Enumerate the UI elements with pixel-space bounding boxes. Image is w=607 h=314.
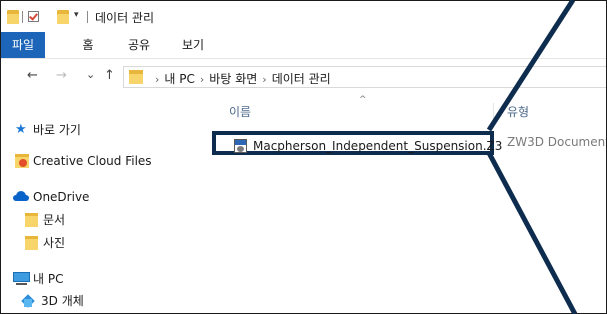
forward-arrow-icon[interactable]: →	[56, 68, 67, 83]
breadcrumb-chevron-icon: ›	[199, 73, 205, 86]
back-arrow-icon[interactable]: ←	[27, 68, 38, 83]
nav-item-pictures[interactable]: 사진	[1, 232, 151, 254]
nav-item-onedrive[interactable]: OneDrive	[1, 186, 151, 208]
breadcrumb-chevron-icon: ›	[155, 73, 160, 86]
nav-item-label: 사진	[43, 236, 66, 250]
navigation-pane: ★ 바로 가기 Creative Cloud Files OneDrive 문서	[1, 93, 201, 313]
address-bar[interactable]: › 내 PC › 바탕 화면 › 데이터 관리	[123, 66, 606, 88]
navigation-bar: ← → ⌄ ↑ › 내 PC › 바탕 화면 › 데이터 관리	[1, 61, 606, 91]
sort-ascending-icon: ^	[359, 95, 367, 105]
tab-view[interactable]: 보기	[173, 32, 213, 58]
breadcrumb-chevron-icon: ›	[262, 73, 267, 86]
recent-locations-icon[interactable]: ⌄	[86, 68, 95, 81]
cloud-icon	[13, 191, 29, 201]
file-explorer-window: ▾ 데이터 관리 파일 홈 공유 보기 ← → ⌄ ↑ › 내 PC › 바탕 화면 ›…	[0, 0, 607, 314]
nav-item-this-pc[interactable]: 내 PC	[1, 268, 151, 290]
properties-check-icon[interactable]	[28, 11, 39, 22]
nav-item-label: Creative Cloud Files	[33, 154, 152, 168]
new-folder-icon[interactable]	[57, 10, 69, 24]
title-bar: ▾ 데이터 관리	[1, 1, 606, 31]
folder-icon	[129, 70, 143, 84]
tab-share[interactable]: 공유	[119, 32, 159, 58]
tab-file[interactable]: 파일	[1, 32, 45, 58]
window-title: 데이터 관리	[95, 11, 155, 25]
title-separator	[22, 11, 23, 23]
folder-icon	[25, 236, 38, 250]
title-separator	[87, 11, 88, 23]
tab-home[interactable]: 홈	[73, 32, 103, 58]
file-row-highlighted[interactable]: Macpherson_Independent_Suspension.Z3	[212, 131, 502, 155]
up-arrow-icon[interactable]: ↑	[104, 68, 115, 83]
nav-item-3d-objects[interactable]: 3D 개체	[1, 290, 151, 312]
file-list: ^ 이름 유형 Macpherson_Independent_Suspensio…	[209, 93, 606, 313]
breadcrumb-item[interactable]: 내 PC	[164, 72, 194, 86]
nav-item-label: 3D 개체	[41, 294, 84, 308]
computer-icon	[13, 272, 30, 286]
star-icon: ★	[15, 122, 27, 137]
breadcrumb-item[interactable]: 데이터 관리	[272, 72, 331, 86]
quick-access-dropdown[interactable]: ▾	[74, 10, 79, 20]
nav-item-label: OneDrive	[33, 190, 90, 204]
folder-icon	[7, 10, 19, 24]
column-divider[interactable]	[493, 103, 494, 121]
breadcrumb: › 내 PC › 바탕 화면 › 데이터 관리	[150, 70, 331, 87]
column-header-name[interactable]: 이름	[229, 103, 251, 120]
nav-item-creative-cloud[interactable]: Creative Cloud Files	[1, 150, 191, 172]
file-type: ZW3D Document	[507, 135, 607, 149]
cube-icon	[21, 294, 35, 308]
column-header-type[interactable]: 유형	[507, 103, 529, 120]
zw3d-file-icon	[234, 139, 247, 153]
nav-item-documents[interactable]: 문서	[1, 209, 151, 231]
ribbon-tabs: 파일 홈 공유 보기	[1, 32, 606, 59]
breadcrumb-item[interactable]: 바탕 화면	[209, 72, 257, 86]
creative-cloud-folder-icon	[15, 154, 29, 168]
nav-item-label: 내 PC	[33, 272, 64, 286]
nav-item-label: 바로 가기	[33, 123, 81, 137]
folder-icon	[25, 213, 38, 227]
nav-item-quick-access[interactable]: ★ 바로 가기	[1, 119, 151, 141]
nav-item-label: 문서	[43, 213, 66, 227]
file-name: Macpherson_Independent_Suspension.Z3	[253, 139, 503, 153]
